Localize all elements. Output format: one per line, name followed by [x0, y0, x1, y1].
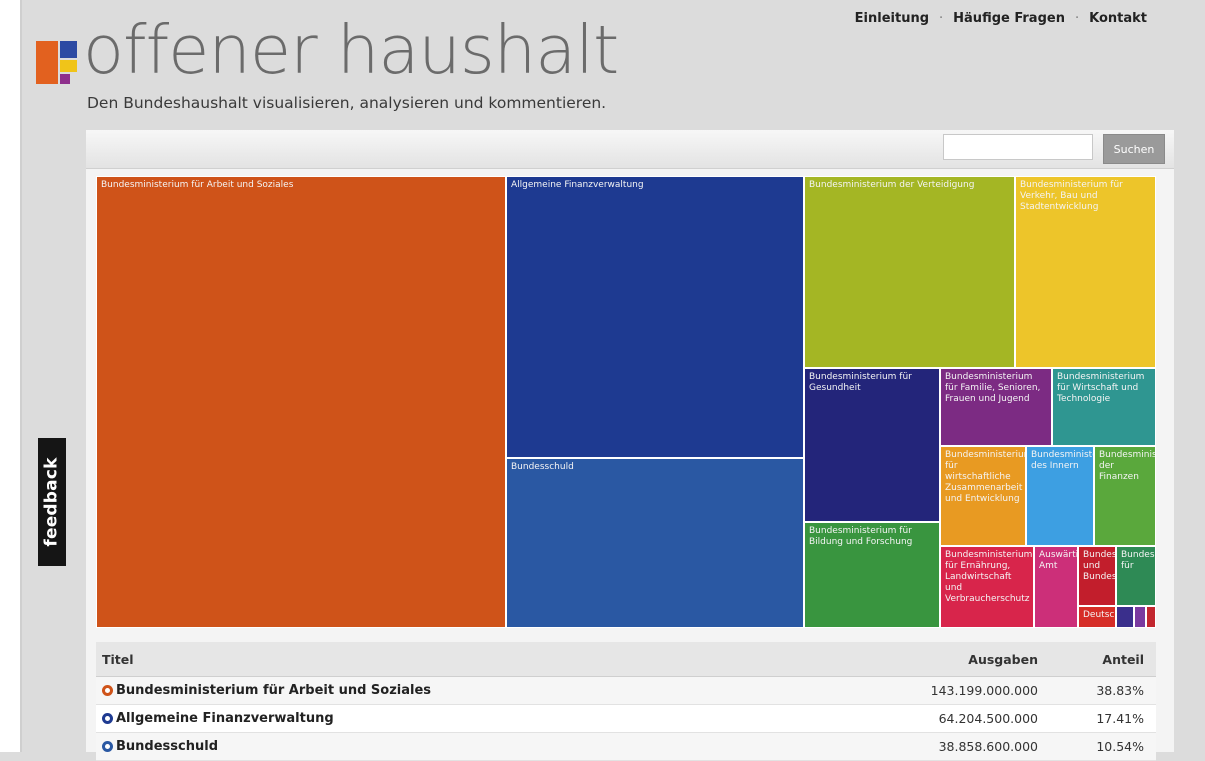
treemap-tile-label: Deutscher — [1083, 610, 1115, 620]
treemap-tile-label: Bundesministerium für Ernährung, Landwir… — [945, 550, 1033, 604]
column-header-title[interactable]: Titel — [102, 642, 134, 676]
expand-icon[interactable] — [102, 685, 113, 696]
expand-icon[interactable] — [102, 741, 113, 752]
row-share: 38.83% — [1096, 683, 1144, 698]
treemap-tile[interactable]: Bundesministerium und Bundes — [1078, 546, 1116, 606]
nav-separator: · — [1074, 11, 1080, 26]
treemap-tile-label: Bundesministerium der Verteidigung — [809, 180, 975, 190]
treemap-tile[interactable]: Bundesministerium für — [1116, 546, 1156, 606]
row-title[interactable]: Allgemeine Finanzverwaltung — [116, 711, 334, 726]
toolbar: Suchen — [86, 130, 1174, 169]
row-amount: 64.204.500.000 — [938, 711, 1038, 726]
table-row[interactable]: Bundesschuld 38.858.600.000 10.54% — [96, 733, 1156, 761]
row-amount: 143.199.000.000 — [930, 683, 1038, 698]
nav-link-faq[interactable]: Häufige Fragen — [953, 11, 1065, 26]
row-title[interactable]: Bundesministerium für Arbeit und Soziale… — [116, 683, 431, 698]
treemap-tile[interactable] — [1146, 606, 1156, 628]
budget-treemap: Bundesministerium für Arbeit und Soziale… — [96, 176, 1156, 628]
treemap-tile[interactable]: Bundesministerium des Innern — [1026, 446, 1094, 546]
treemap-tile[interactable] — [1116, 606, 1134, 628]
treemap-tile-label: Bundesministerium für — [1121, 550, 1155, 571]
treemap-tile-label: Bundesministerium für wirtschaftliche Zu… — [945, 450, 1026, 504]
treemap-tile[interactable]: Bundesministerium für Arbeit und Soziale… — [96, 176, 506, 628]
column-header-share[interactable]: Anteil — [1102, 642, 1144, 676]
treemap-tile[interactable]: Bundesschuld — [506, 458, 804, 628]
row-share: 17.41% — [1096, 711, 1144, 726]
treemap-tile[interactable] — [1134, 606, 1146, 628]
table-header: Titel Ausgaben Anteil — [96, 642, 1156, 677]
treemap-tile[interactable]: Bundesministerium der Finanzen — [1094, 446, 1156, 546]
treemap-tile-label: Bundesministerium und Bundes — [1083, 550, 1116, 582]
row-share: 10.54% — [1096, 739, 1144, 754]
row-title-cell: Allgemeine Finanzverwaltung — [102, 705, 334, 732]
treemap-tile-label: Bundesministerium für Wirtschaft und Tec… — [1057, 372, 1145, 404]
logo-icon[interactable] — [36, 41, 81, 84]
search-button[interactable]: Suchen — [1103, 134, 1165, 164]
treemap-tile[interactable]: Bundesministerium für Ernährung, Landwir… — [940, 546, 1034, 628]
treemap-tile-label: Bundesministerium für Arbeit und Soziale… — [101, 180, 294, 190]
table-row[interactable]: Bundesministerium für Arbeit und Soziale… — [96, 677, 1156, 705]
page-left-strip — [0, 0, 22, 752]
treemap-tile[interactable]: Deutscher — [1078, 606, 1116, 628]
feedback-tab[interactable]: feedback — [38, 438, 66, 566]
treemap-tile[interactable]: Bundesministerium für wirtschaftliche Zu… — [940, 446, 1026, 546]
expand-icon[interactable] — [102, 713, 113, 724]
treemap-tile-label: Bundesschuld — [511, 462, 574, 472]
treemap-tile[interactable]: Bundesministerium für Wirtschaft und Tec… — [1052, 368, 1156, 446]
treemap-tile-label: Allgemeine Finanzverwaltung — [511, 180, 644, 190]
treemap-tile[interactable]: Bundesministerium für Bildung und Forsch… — [804, 522, 940, 628]
table-row[interactable]: Allgemeine Finanzverwaltung 64.204.500.0… — [96, 705, 1156, 733]
nav-link-kontakt[interactable]: Kontakt — [1089, 11, 1147, 26]
column-header-amount[interactable]: Ausgaben — [968, 642, 1038, 676]
site-title[interactable]: offener haushalt — [83, 17, 619, 84]
nav-separator: · — [939, 11, 944, 26]
treemap-tile[interactable]: Bundesministerium für Gesundheit — [804, 368, 940, 522]
treemap-tile-label: Bundesministerium für Gesundheit — [809, 372, 912, 393]
row-title-cell: Bundesschuld — [102, 733, 218, 760]
treemap-tile[interactable]: Bundesministerium der Verteidigung — [804, 176, 1015, 368]
treemap-tile-label: Auswärtiges Amt — [1039, 550, 1078, 571]
treemap-tile[interactable]: Bundesministerium für Familie, Senioren,… — [940, 368, 1052, 446]
treemap-tile-label: Bundesministerium für Bildung und Forsch… — [809, 526, 913, 547]
treemap-tile[interactable]: Auswärtiges Amt — [1034, 546, 1078, 628]
row-title-cell: Bundesministerium für Arbeit und Soziale… — [102, 677, 431, 704]
row-amount: 38.858.600.000 — [938, 739, 1038, 754]
top-navigation: Einleitung · Häufige Fragen · Kontakt — [855, 11, 1147, 26]
treemap-tile-label: Bundesministerium für Verkehr, Bau und S… — [1020, 180, 1123, 212]
treemap-tile[interactable]: Bundesministerium für Verkehr, Bau und S… — [1015, 176, 1156, 368]
nav-link-einleitung[interactable]: Einleitung — [855, 11, 929, 26]
treemap-tile-label: Bundesministerium des Innern — [1031, 450, 1093, 471]
treemap-tile[interactable]: Allgemeine Finanzverwaltung — [506, 176, 804, 458]
budget-table: Titel Ausgaben Anteil Bundesministerium … — [96, 642, 1156, 761]
site-tagline: Den Bundeshaushalt visualisieren, analys… — [87, 94, 607, 112]
treemap-tile-label: Bundesministerium der Finanzen — [1099, 450, 1155, 482]
treemap-tile-label: Bundesministerium für Familie, Senioren,… — [945, 372, 1041, 404]
search-input[interactable] — [943, 134, 1093, 160]
feedback-label: feedback — [42, 457, 62, 547]
